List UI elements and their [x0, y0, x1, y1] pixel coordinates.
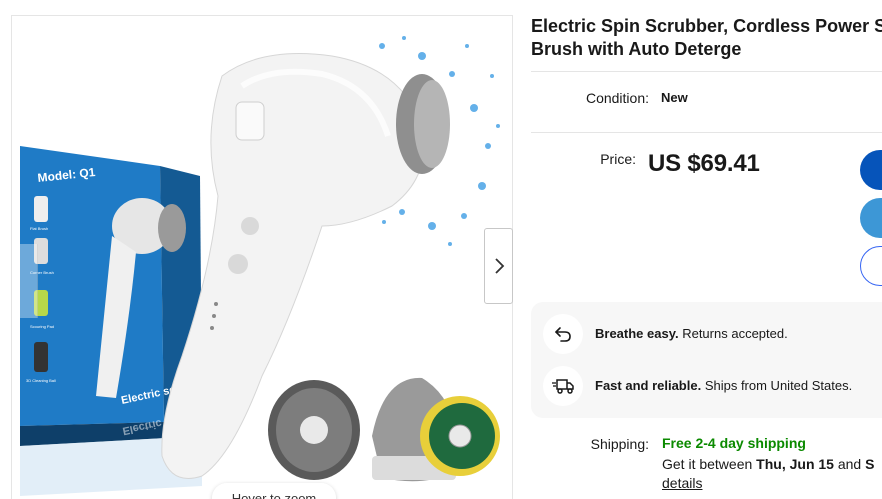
next-image-button[interactable]: [484, 228, 513, 304]
power-button: [241, 217, 259, 235]
returns-assurance-bold: Breathe easy.: [595, 326, 679, 341]
delivery-estimate-date: Thu, Jun 15: [756, 456, 834, 472]
shipping-assurance-bold: Fast and reliable.: [595, 378, 702, 393]
return-arrow-icon: [543, 314, 583, 354]
divider: [531, 132, 882, 133]
zoom-hint-label: Hover to zoom: [231, 490, 317, 499]
hover-to-zoom-hint: Hover to zoom: [212, 483, 336, 499]
shipping-details-link[interactable]: details: [662, 475, 702, 491]
thumb-cleaning-ball: [34, 342, 48, 372]
delivery-estimate-prefix: Get it between: [662, 456, 757, 472]
svg-text:3D Cleaning Ball: 3D Cleaning Ball: [26, 378, 56, 383]
add-to-watchlist-button[interactable]: [860, 246, 882, 286]
delivery-estimate-and: and: [833, 456, 866, 472]
listing-title: Electric Spin Scrubber, Cordless Power S…: [531, 15, 882, 61]
product-image-panel[interactable]: Model: Q1 Flat Brush Corner Brush Scouri…: [11, 15, 513, 499]
returns-assurance: Breathe easy. Returns accepted.: [595, 326, 788, 341]
svg-text:Scouring Pad: Scouring Pad: [30, 324, 54, 329]
shipping-label: Shipping:: [590, 436, 649, 452]
chevron-right-icon: [494, 258, 504, 274]
packaging-box: [20, 146, 164, 426]
price-value: US $69.41: [648, 150, 760, 177]
delivery-estimate: Get it between Thu, Jun 15 and S: [662, 456, 874, 472]
condition-value: New: [661, 90, 688, 105]
buy-it-now-button[interactable]: [860, 150, 882, 190]
listing-title-line-2: Brush with Auto Deterge: [531, 39, 742, 59]
mode-button: [228, 254, 248, 274]
price-label: Price:: [600, 151, 636, 167]
assurance-panel: Breathe easy. Returns accepted. Fast and…: [531, 302, 882, 418]
condition-label: Condition:: [585, 90, 649, 106]
returns-assurance-text: Returns accepted.: [678, 326, 788, 341]
product-image[interactable]: Model: Q1 Flat Brush Corner Brush Scouri…: [12, 16, 513, 499]
previous-image-button[interactable]: [12, 244, 38, 318]
thumb-flat-brush: [34, 196, 48, 222]
divider: [531, 71, 882, 72]
svg-text:Flat Brush: Flat Brush: [30, 226, 48, 231]
shipping-assurance: Fast and reliable. Ships from United Sta…: [595, 378, 852, 393]
delivery-truck-icon: [543, 366, 583, 406]
listing-title-line-1: Electric Spin Scrubber, Cordless Power S: [531, 16, 882, 36]
delivery-estimate-end: S: [865, 456, 875, 472]
shipping-assurance-text: Ships from United States.: [701, 378, 853, 393]
add-to-cart-button[interactable]: [860, 198, 882, 238]
free-shipping-text: Free 2-4 day shipping: [662, 435, 806, 451]
